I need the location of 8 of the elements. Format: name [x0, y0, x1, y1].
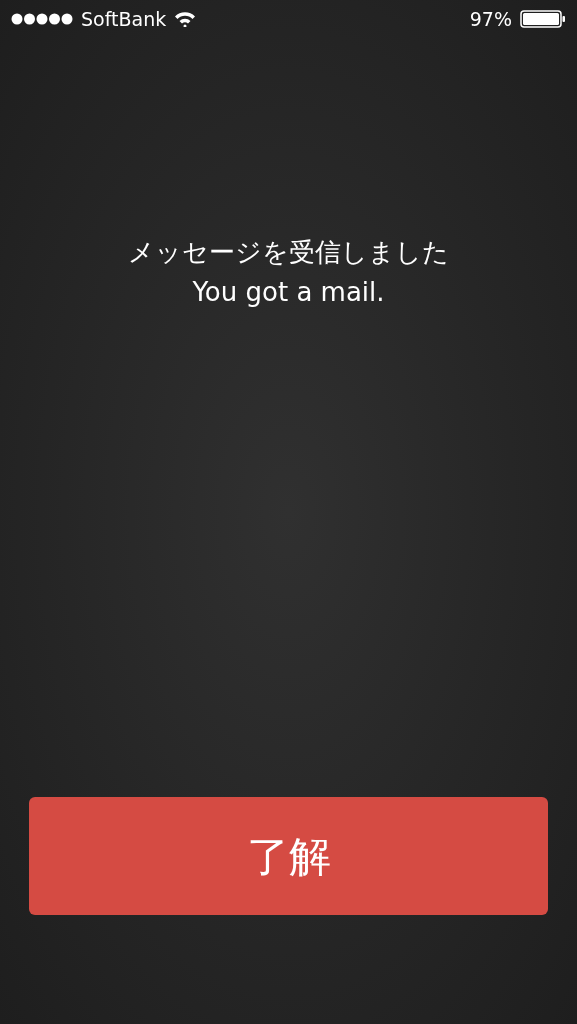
- message-text: メッセージを受信しました: [128, 236, 449, 268]
- wifi-icon: [174, 11, 197, 27]
- message-text: You got a mail.: [192, 276, 385, 308]
- ok-button[interactable]: 了解: [29, 797, 548, 915]
- battery-percentage: 97%: [469, 6, 512, 32]
- battery-icon: [520, 10, 566, 28]
- carrier-name: SoftBank: [81, 6, 167, 32]
- signal-strength-icon: [11, 13, 73, 25]
